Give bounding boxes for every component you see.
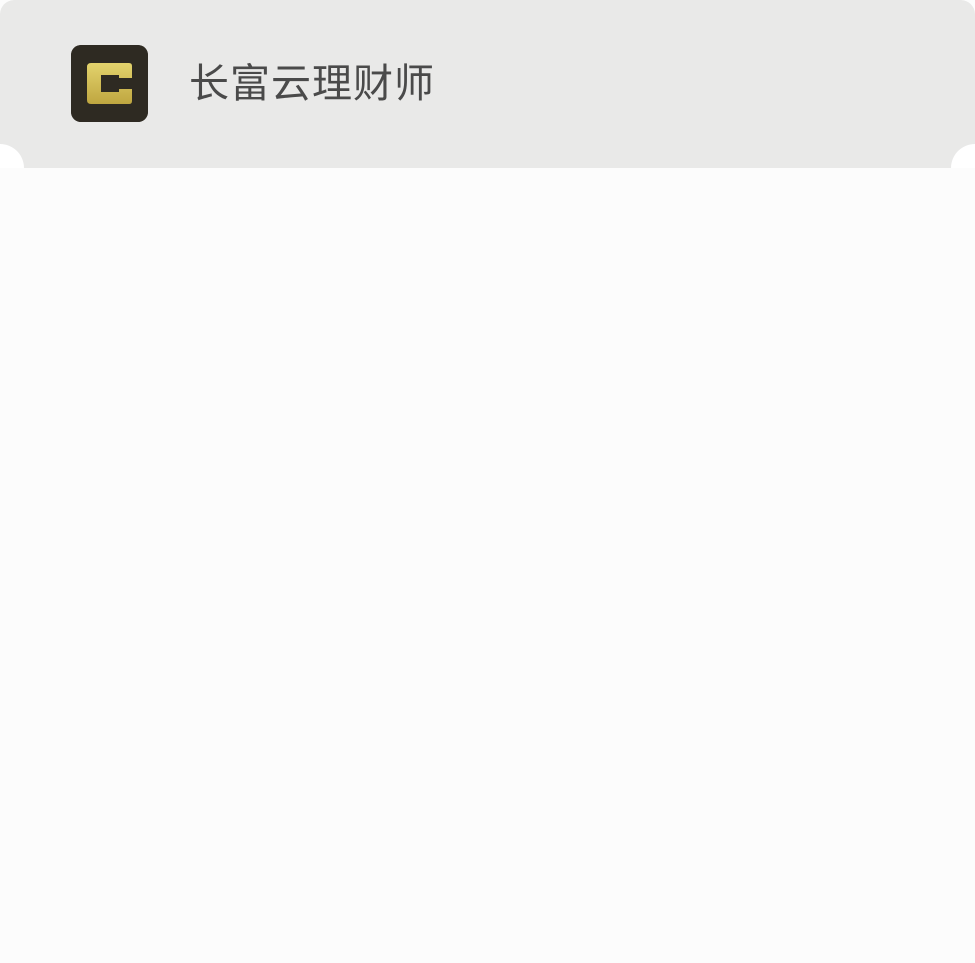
app-logo-svg — [71, 45, 148, 122]
app-card: 长富云理财师 — [0, 0, 975, 963]
app-logo-c-icon — [71, 45, 148, 122]
app-header: 长富云理财师 — [0, 0, 975, 168]
app-title: 长富云理财师 — [189, 61, 435, 107]
main-content-area — [0, 168, 975, 963]
